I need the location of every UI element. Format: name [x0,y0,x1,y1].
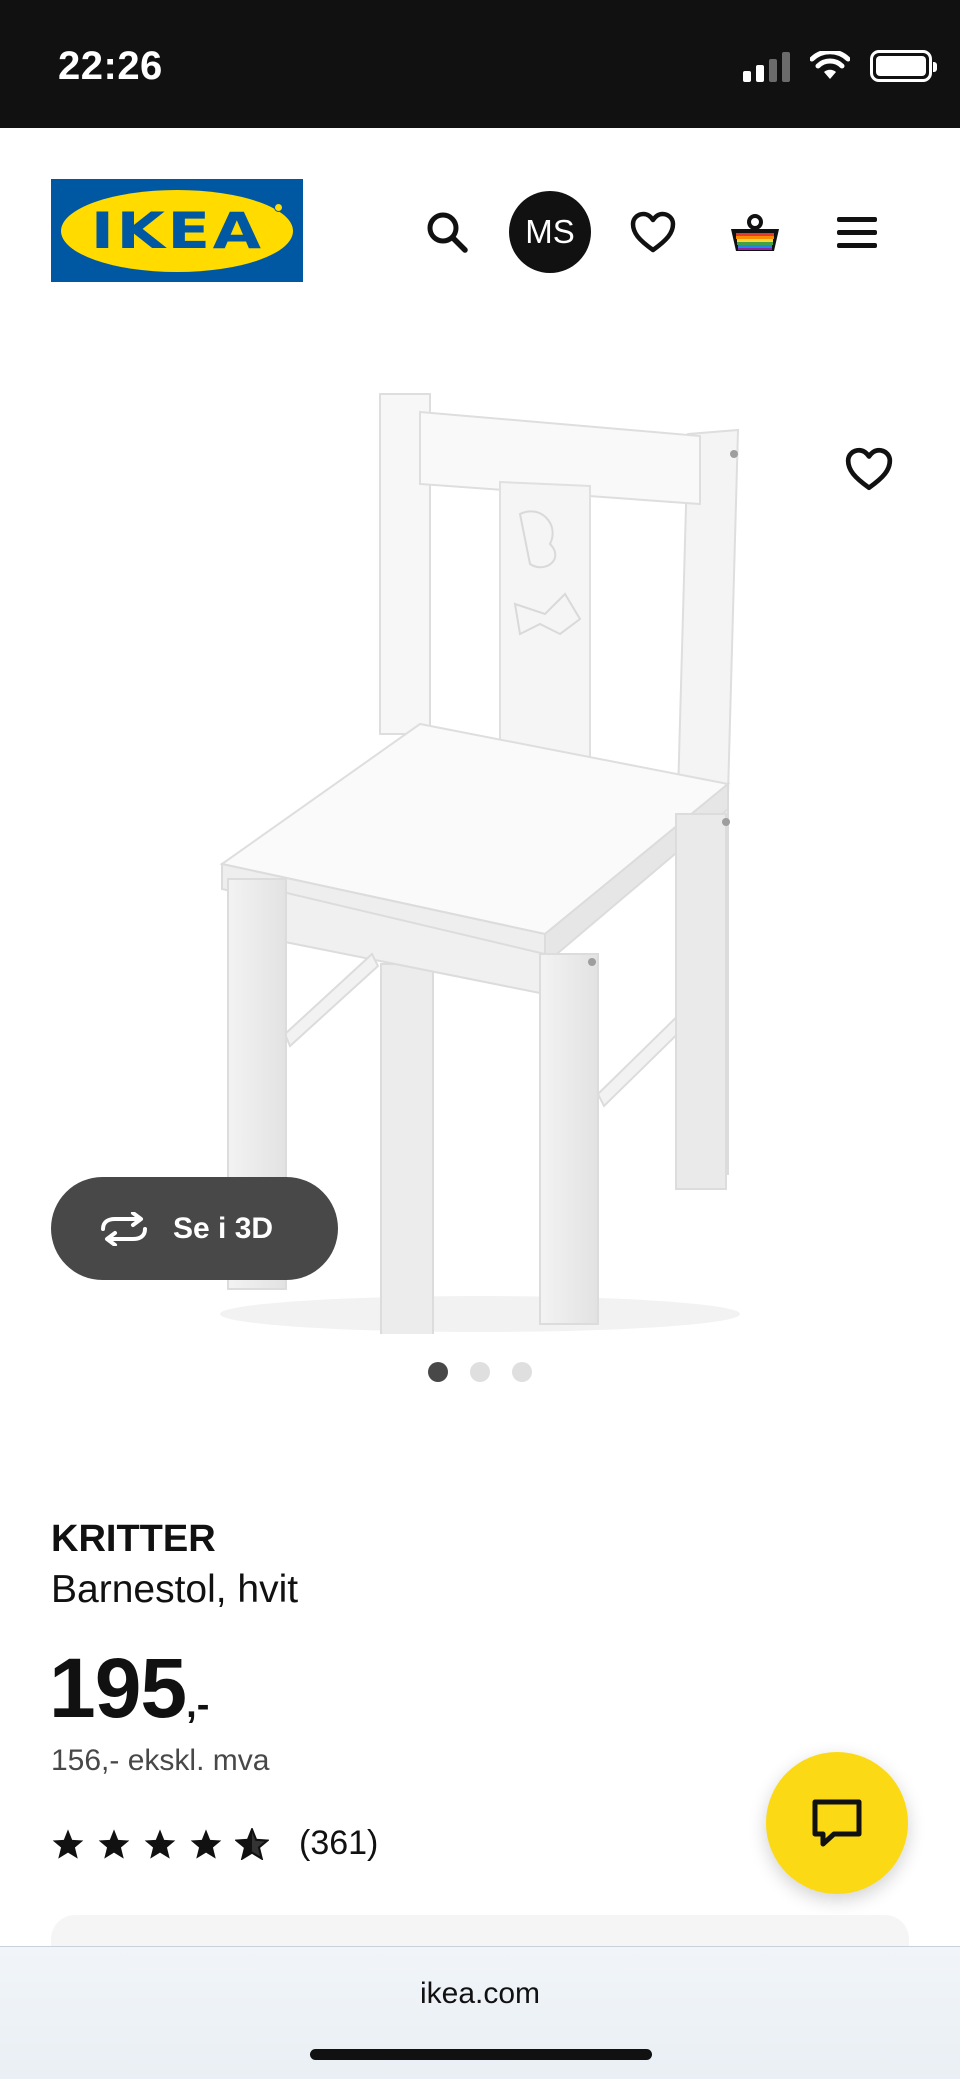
status-icons [743,50,937,82]
product-image-gallery[interactable]: Se i 3D [0,334,960,1404]
menu-button[interactable] [816,191,898,273]
basket-icon [731,214,779,251]
star-full-icon [144,1828,176,1859]
status-time: 22:26 [58,44,163,88]
browser-address-bar[interactable]: ikea.com [0,1946,960,2079]
ikea-logo[interactable]: IKEA [51,179,303,282]
star-full-icon [52,1828,84,1859]
star-half-icon [235,1827,269,1860]
view-in-3d-label: Se i 3D [173,1211,274,1245]
wishlist-button[interactable] [612,191,694,273]
search-icon [427,212,468,253]
product-name: KRITTER [51,1518,216,1560]
wifi-icon [810,51,850,79]
chat-bubble-icon [812,1799,862,1847]
price-excluding-vat: 156,- ekskl. mva [51,1744,270,1777]
search-button[interactable] [406,191,488,273]
status-bar: 22:26 [0,0,960,128]
logo-text: IKEA [90,201,264,260]
product-rating[interactable]: (361) [51,1824,378,1863]
chat-button[interactable] [766,1752,908,1894]
price-integer: 195 [49,1641,187,1735]
heart-icon [845,447,893,491]
home-indicator[interactable] [310,2049,652,2060]
cart-button[interactable] [714,191,796,273]
cellular-signal-icon [743,50,790,82]
account-avatar-button[interactable]: MS [509,191,591,273]
pagination-dot[interactable] [470,1362,490,1382]
star-full-icon [98,1828,130,1859]
avatar-initials: MS [525,213,575,250]
url-text[interactable]: ikea.com [0,1977,960,2011]
star-full-icon [190,1828,222,1859]
view-in-3d-button[interactable]: Se i 3D [51,1177,338,1280]
pagination-dot[interactable] [512,1362,532,1382]
price-suffix: ,- [186,1684,210,1726]
hamburger-menu-icon [837,217,877,248]
rating-stars [51,1827,269,1860]
gallery-pagination [0,1362,960,1382]
product-description: Barnestol, hvit [51,1568,299,1611]
battery-icon [870,50,937,82]
site-header: IKEA MS [0,128,960,334]
heart-icon [630,211,676,253]
rotate-3d-icon [101,1211,147,1246]
product-price: 195 ,- [49,1640,209,1737]
pagination-dot[interactable] [428,1362,448,1382]
review-count: (361) [299,1824,379,1862]
favorite-product-button[interactable] [844,446,904,506]
